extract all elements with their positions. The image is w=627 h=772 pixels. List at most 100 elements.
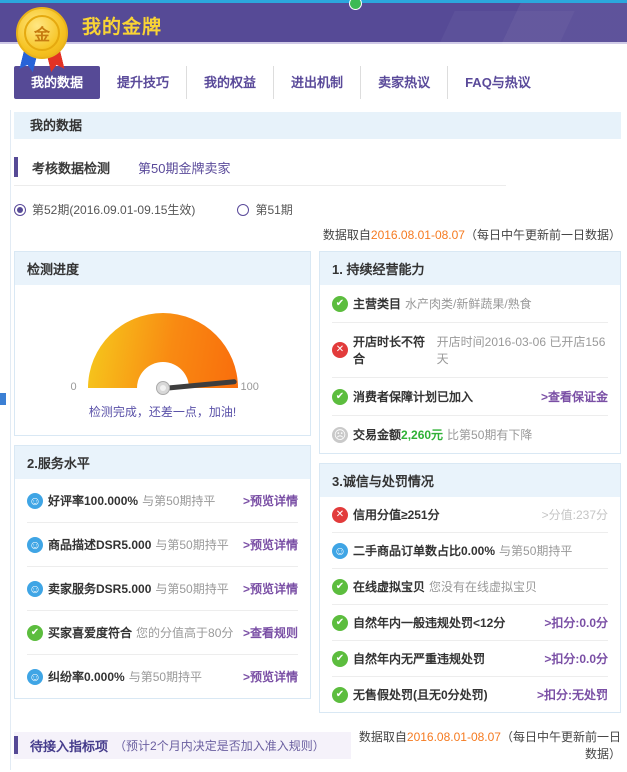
panel-progress: 检测进度 0 100 检测完成，还差一点，加油! xyxy=(14,251,311,436)
metric-row: ☺ 商品描述DSR5.000 与第50期持平 >预览详情 xyxy=(27,523,298,567)
metric-label: 信用分值≥251分 xyxy=(353,506,440,523)
metric-detail: 与第50期持平 xyxy=(155,536,228,553)
main-nav: 我的数据 提升技巧 我的权益 进出机制 卖家热议 FAQ与热议 xyxy=(14,66,627,99)
banner-decoration xyxy=(439,11,574,44)
preview-detail-link[interactable]: >预览详情 xyxy=(243,580,298,597)
metric-label: 消费者保障计划已加入 xyxy=(353,388,473,405)
metric-label: 自然年内无严重违规处罚 xyxy=(353,650,485,667)
metric-row: ✔ 买家喜爱度符合 您的分值高于80分 >查看规则 xyxy=(27,611,298,655)
metric-label: 纠纷率0.000% xyxy=(48,668,125,685)
panel-progress-title: 检测进度 xyxy=(15,252,310,285)
panel-continuous-operation: 1. 持续经营能力 ✔ 主营类目 水产肉类/新鲜蔬果/熟食 ✕ 开店时长不符合 … xyxy=(319,251,621,454)
metric-row: ✕ 开店时长不符合 开店时间2016-03-06 已开店156天 xyxy=(332,323,608,378)
subtab-accent-bar xyxy=(14,157,18,177)
tab-faq[interactable]: FAQ与热议 xyxy=(448,66,548,99)
metric-label: 商品描述DSR5.000 xyxy=(48,536,151,553)
metric-label: 主营类目 xyxy=(353,295,401,312)
data-source-range: 2016.08.01-08.07 xyxy=(371,228,465,242)
metric-row: ☺ 纠纷率0.000% 与第50期持平 >预览详情 xyxy=(27,655,298,698)
data-source-prefix: 数据取自 xyxy=(359,730,407,744)
panel-service-level: 2.服务水平 ☺ 好评率100.000% 与第50期持平 >预览详情 ☺ 商品描… xyxy=(14,445,311,699)
neutral-face-icon: ☹ xyxy=(332,427,348,443)
check-icon: ✔ xyxy=(332,687,348,703)
panel-integrity-title: 3.诚信与处罚情况 xyxy=(320,464,620,497)
metric-detail: 与第50期持平 xyxy=(129,668,202,685)
progress-gauge: 0 100 检测完成，还差一点，加油! xyxy=(15,285,310,435)
data-source-range: 2016.08.01-08.07 xyxy=(407,730,501,744)
metric-label: 卖家服务DSR5.000 xyxy=(48,580,151,597)
cross-icon: ✕ xyxy=(332,507,348,523)
metric-label: 开店时长不符合 xyxy=(353,333,433,367)
page-title: 我的金牌 xyxy=(82,12,162,39)
tab-my-benefits[interactable]: 我的权益 xyxy=(187,66,274,99)
metric-row: ✔ 在线虚拟宝贝 您没有在线虚拟宝贝 xyxy=(332,569,608,605)
smile-icon: ☺ xyxy=(332,543,348,559)
metric-label: 交易金额 xyxy=(353,426,401,443)
metric-detail: 您没有在线虚拟宝贝 xyxy=(429,578,537,595)
metric-detail: 水产肉类/新鲜蔬果/熟食 xyxy=(405,295,532,312)
medal-circle: 金 xyxy=(16,7,68,59)
metric-label: 无售假处罚(且无0分处罚) xyxy=(353,686,488,703)
metric-row: ☹ 交易金额 2,260元 比第50期有下降 xyxy=(332,416,608,453)
preview-detail-link[interactable]: >预览详情 xyxy=(243,668,298,685)
panel-integrity-penalty: 3.诚信与处罚情况 ✕ 信用分值≥251分 >分值:237分 ☺ 二手商品订单数… xyxy=(319,463,621,713)
tab-improve-tips[interactable]: 提升技巧 xyxy=(100,66,187,99)
metric-row: ☺ 卖家服务DSR5.000 与第50期持平 >预览详情 xyxy=(27,567,298,611)
gauge-hub xyxy=(156,381,170,395)
metric-row: ✔ 自然年内无严重违规处罚 >扣分:0.0分 xyxy=(332,641,608,677)
status-dot-icon xyxy=(349,0,362,10)
section-title: 我的数据 xyxy=(14,112,621,139)
pending-metrics-header: 待接入指标项 （预计2个月内决定是否加入准入规则） 数据取自2016.08.01… xyxy=(14,728,621,762)
metric-detail: 与第50期持平 xyxy=(155,580,228,597)
radio-icon[interactable] xyxy=(14,204,26,216)
period-option-51[interactable]: 第51期 xyxy=(237,201,292,218)
gauge-min-label: 0 xyxy=(71,381,77,393)
deduction-link[interactable]: >扣分:0.0分 xyxy=(544,614,608,631)
metric-label: 好评率100.000% xyxy=(48,492,138,509)
check-icon: ✔ xyxy=(332,651,348,667)
period-label: 第51期 xyxy=(255,201,292,218)
view-deposit-link[interactable]: >查看保证金 xyxy=(541,388,608,405)
period-option-52[interactable]: 第52期(2016.09.01-09.15生效) xyxy=(14,201,195,218)
panel-service-title: 2.服务水平 xyxy=(15,446,310,479)
data-source-note: 数据取自2016.08.01-08.07（每日中午更新前一日数据） xyxy=(351,728,621,762)
view-rules-link[interactable]: >查看规则 xyxy=(243,624,298,641)
sub-nav: 考核数据检测 第50期金牌卖家 xyxy=(14,157,506,186)
cross-icon: ✕ xyxy=(332,342,348,358)
metric-row: ✔ 自然年内一般违规处罚<12分 >扣分:0.0分 xyxy=(332,605,608,641)
check-icon: ✔ xyxy=(332,389,348,405)
radio-icon[interactable] xyxy=(237,204,249,216)
subtab-period50-sellers[interactable]: 第50期金牌卖家 xyxy=(138,158,230,177)
smile-icon: ☺ xyxy=(27,669,43,685)
data-source-note: 数据取自2016.08.01-08.07（每日中午更新前一日数据） xyxy=(14,226,621,243)
page-banner: 我的金牌 金 xyxy=(0,3,627,44)
gold-medal-icon: 金 xyxy=(14,7,70,73)
tab-entry-exit-rules[interactable]: 进出机制 xyxy=(274,66,361,99)
preview-detail-link[interactable]: >预览详情 xyxy=(243,492,298,509)
subtab-assessment-data[interactable]: 考核数据检测 xyxy=(32,158,110,177)
preview-detail-link[interactable]: >预览详情 xyxy=(243,536,298,553)
main-content: 我的数据 考核数据检测 第50期金牌卖家 第52期(2016.09.01-09.… xyxy=(0,112,627,772)
gauge-caption: 检测完成，还差一点，加油! xyxy=(15,403,310,420)
metric-label: 在线虚拟宝贝 xyxy=(353,578,425,595)
metric-detail: 与第50期持平 xyxy=(142,492,215,509)
deduction-link[interactable]: >扣分:0.0分 xyxy=(544,650,608,667)
data-source-suffix: （每日中午更新前一日数据） xyxy=(465,228,621,242)
metric-row: ✔ 消费者保障计划已加入 >查看保证金 xyxy=(332,378,608,416)
period-label: 第52期(2016.09.01-09.15生效) xyxy=(32,201,195,218)
tab-seller-discussion[interactable]: 卖家热议 xyxy=(361,66,448,99)
left-blue-chip xyxy=(0,393,6,405)
panel-operation-title: 1. 持续经营能力 xyxy=(320,252,620,285)
pending-title: 待接入指标项 xyxy=(30,736,108,755)
metric-label: 买家喜爱度符合 xyxy=(48,624,132,641)
metric-detail: 比第50期有下降 xyxy=(447,426,532,443)
data-source-prefix: 数据取自 xyxy=(323,228,371,242)
metric-label: 二手商品订单数占比0.00% xyxy=(353,542,495,559)
period-selector: 第52期(2016.09.01-09.15生效) 第51期 xyxy=(14,201,621,218)
check-icon: ✔ xyxy=(332,296,348,312)
smile-icon: ☺ xyxy=(27,581,43,597)
check-icon: ✔ xyxy=(332,615,348,631)
score-value: >分值:237分 xyxy=(542,506,608,523)
deduction-link[interactable]: >扣分:无处罚 xyxy=(537,686,608,703)
metric-row: ☺ 好评率100.000% 与第50期持平 >预览详情 xyxy=(27,479,298,523)
